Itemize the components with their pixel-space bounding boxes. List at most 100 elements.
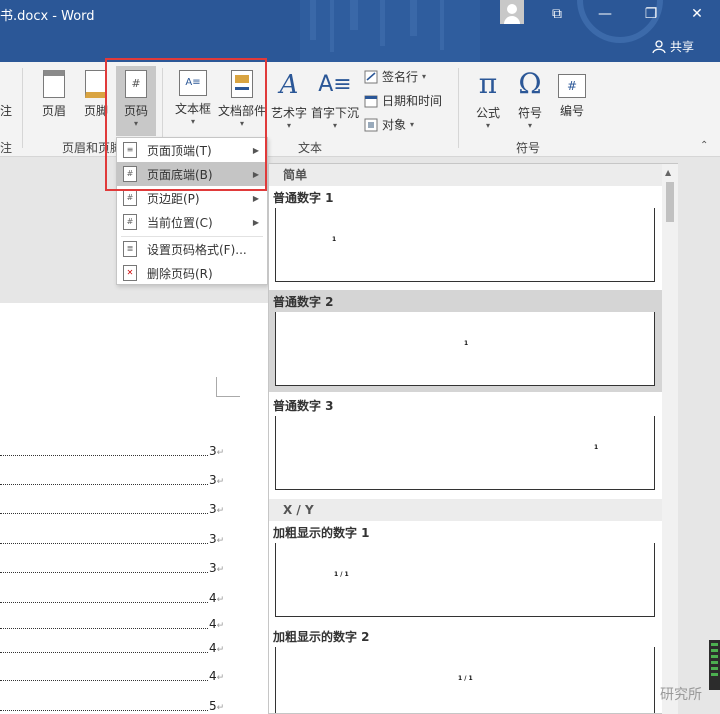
toc-page-number: 3↵ [209,444,224,458]
menu-item-current-position[interactable]: # 当前位置(C) ▶ [117,210,267,234]
doc-parts-label: 文档部件 [217,104,266,118]
share-label: 共享 [670,40,695,54]
close-button[interactable]: ✕ [674,0,720,28]
number-label: 编号 [559,104,584,118]
toc-leader-line [0,641,208,653]
toc-page-number: 4↵ [209,617,224,631]
wordart-button[interactable]: A 艺术字 ▾ [270,70,308,130]
gallery-item-bold-number-2[interactable]: 加粗显示的数字 2 1 / 1 [269,625,663,713]
group-label-header-footer: 页眉和页脚 [62,141,123,155]
menu-item-page-margin[interactable]: # 页边距(P) ▶ [117,186,267,210]
wordart-icon: A [279,70,299,100]
paragraph-mark-icon: ↵ [216,565,225,575]
gallery-preview: 1 / 1 [275,543,655,617]
group-label-symbols: 符号 [516,141,541,155]
menu-item-remove-page-numbers[interactable]: ✕ 删除页码(R) [117,261,267,285]
dropcap-label: 首字下沉 [310,106,359,120]
gallery-item-plain-number-2[interactable]: 普通数字 2 1 [269,290,663,392]
gallery-item-plain-number-1[interactable]: 普通数字 1 1 [269,186,663,288]
gallery-item-label: 加粗显示的数字 1 [273,526,370,540]
preview-page-number: 1 [332,236,337,243]
document-page[interactable]: 3↵ 3↵ 3↵ 3↵ 3↵ 4↵ 4↵ 4↵ 4↵ 5↵ [0,303,268,714]
toc-page-number-text: 4 [209,669,217,683]
page-number-icon: # [125,70,147,98]
menu-item-label: 页面底端(B) [147,167,213,182]
maximize-icon: ❐ [644,6,658,22]
toc-page-number: 4↵ [209,669,224,683]
toc-page-number: 3↵ [209,502,224,516]
toc-leader-line [0,444,208,456]
menu-item-page-top[interactable]: ≡ 页面顶端(T) ▶ [117,138,267,162]
user-avatar[interactable] [500,0,524,24]
scroll-thumb[interactable] [666,182,674,222]
pi-icon: π [478,67,498,100]
menu-item-page-bottom[interactable]: # 页面底端(B) ▶ [117,162,267,186]
menu-item-label: 当前位置(C) [147,215,213,230]
toc-page-number-text: 4 [209,641,217,655]
datetime-button[interactable]: 日期和时间 [364,92,442,109]
dropcap-button[interactable]: A≡ 首字下沉 ▾ [310,70,360,130]
minimize-icon: — [598,6,612,22]
chevron-down-icon: ▾ [133,119,138,128]
person-icon [652,39,666,53]
window-title: 书.docx - Word [0,9,95,24]
paragraph-mark-icon: ↵ [216,506,225,516]
page-top-icon: ≡ [123,142,137,158]
gallery-scrollbar[interactable]: ▲ [662,164,678,714]
textbox-button[interactable]: A≡ 文本框 ▾ [172,70,214,126]
signature-label: 签名行 [382,70,419,84]
share-button[interactable]: 共享 [652,38,694,55]
maximize-button[interactable]: ❐ [628,0,674,28]
symbol-button[interactable]: Ω 符号 ▾ [510,67,550,131]
chevron-down-icon: ▾ [527,121,532,130]
chevron-right-icon: ▶ [252,145,259,155]
format-page-number-icon: ≣ [123,241,137,257]
ribbon-display-options-button[interactable]: ⧉ [534,0,580,28]
paragraph-mark-icon: ↵ [216,536,225,546]
toc-leader-line [0,617,208,629]
close-icon: ✕ [691,6,703,22]
toc-page-number: 5↵ [209,699,224,713]
header-button[interactable]: 页眉 [36,70,72,119]
chevron-down-icon: ▾ [190,117,195,126]
toc-page-number: 3↵ [209,473,224,487]
toc-page-number-text: 3 [209,444,217,458]
gallery-item-bold-number-1[interactable]: 加粗显示的数字 1 1 / 1 [269,521,663,621]
chevron-right-icon: ▶ [252,193,259,203]
doc-parts-button[interactable]: 文档部件 ▾ [216,70,268,128]
current-position-icon: # [123,214,137,230]
collapse-ribbon-icon[interactable]: ⌃ [700,140,708,151]
object-button[interactable]: 对象 ▾ [364,116,414,133]
word-window: 书.docx - Word ⧉ — ❐ ✕ 共享 注 页眉 页脚 # 页码 ▾ … [0,0,720,714]
gallery-item-label: 加粗显示的数字 2 [273,630,370,644]
menu-item-label: 删除页码(R) [147,266,213,281]
omega-icon: Ω [518,67,542,100]
gallery-item-plain-number-3[interactable]: 普通数字 3 1 [269,394,663,496]
toc-page-number: 3↵ [209,532,224,546]
gallery-section-simple: 简单 [269,164,663,186]
wordart-label: 艺术字 [270,106,307,120]
watermark-text: 研究所 [660,687,702,703]
title-decoration [300,0,480,62]
menu-item-format-page-numbers[interactable]: ≣ 设置页码格式(F)... [117,237,267,261]
chevron-down-icon: ▾ [410,120,415,129]
dropcap-icon: A≡ [318,72,352,97]
formula-button[interactable]: π 公式 ▾ [468,67,508,131]
page-bottom-gallery: 简单 普通数字 1 1 普通数字 2 1 普通数字 3 1 X / Y 加粗显示… [268,163,678,714]
page-number-button[interactable]: # 页码 ▾ [116,66,156,136]
toc-leader-line [0,669,208,681]
toc-leader-line [0,532,208,544]
number-button[interactable]: # 编号 [554,70,590,119]
chevron-down-icon: ▾ [422,72,427,81]
minimize-button[interactable]: — [582,0,628,28]
group-separator [162,68,163,148]
textbox-icon: A≡ [179,70,207,96]
footer-button[interactable]: 页脚 [78,70,114,119]
menu-item-label: 页边距(P) [147,191,200,206]
gallery-preview: 1 [275,416,655,490]
signature-line-button[interactable]: 签名行 ▾ [364,68,426,85]
toc-page-number-text: 3 [209,561,217,575]
scroll-up-icon[interactable]: ▲ [665,168,671,177]
signature-icon [364,70,378,83]
toc-page-number: 4↵ [209,591,224,605]
